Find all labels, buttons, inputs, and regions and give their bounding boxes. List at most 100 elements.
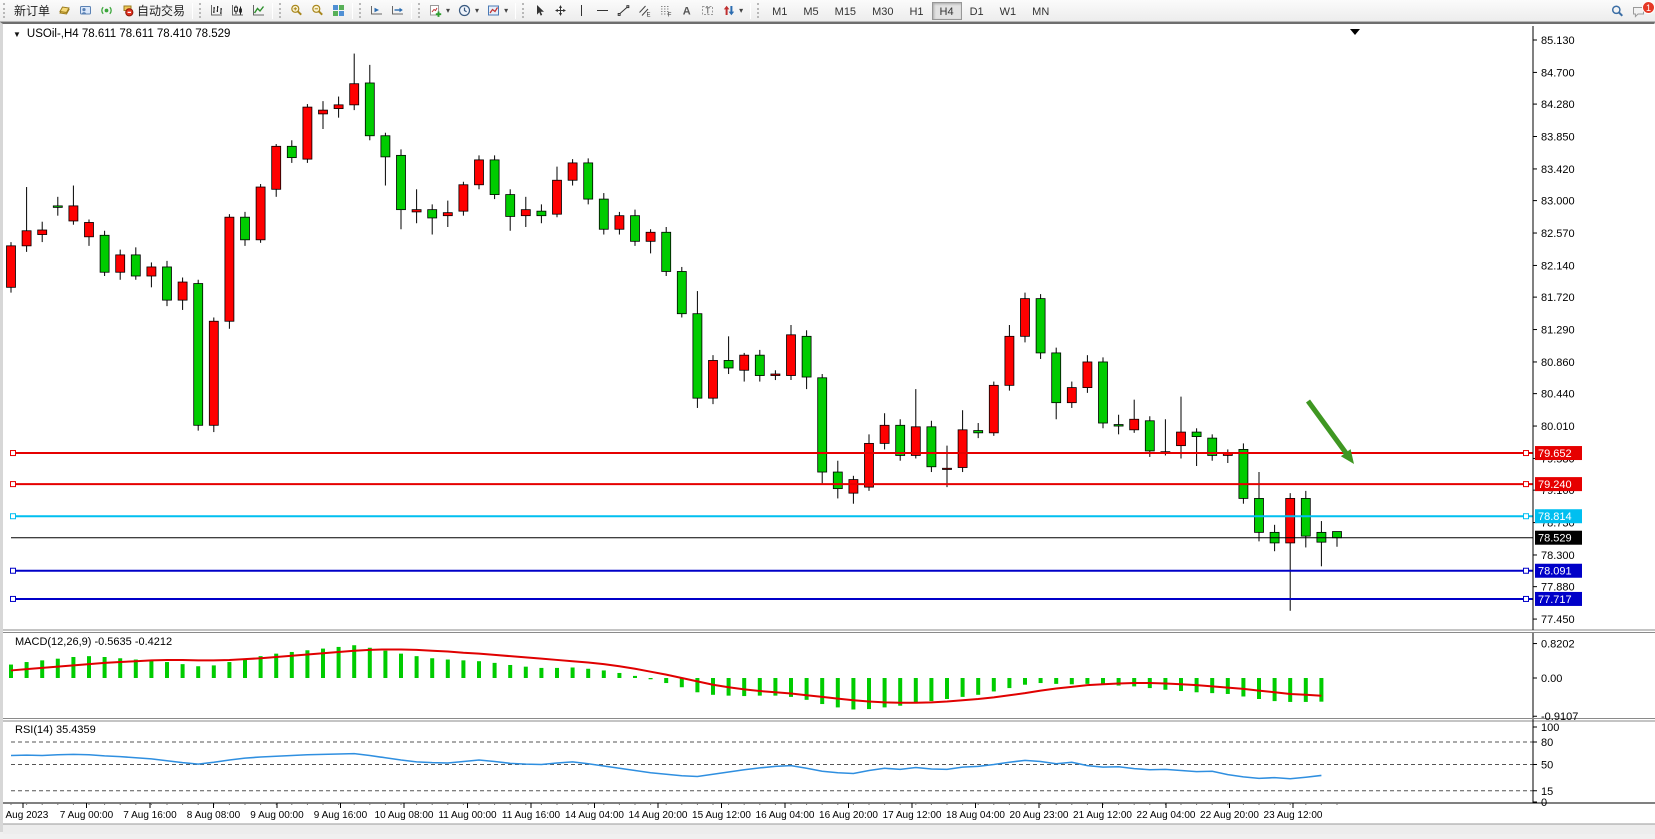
- svg-text:100: 100: [1541, 722, 1559, 734]
- signals-button[interactable]: [96, 1, 117, 21]
- new-order-button-label: 新订单: [14, 2, 50, 19]
- blue-monitor-icon: [79, 4, 92, 17]
- svg-text:79.240: 79.240: [1538, 479, 1572, 491]
- svg-text:22 Aug 04:00: 22 Aug 04:00: [1137, 810, 1196, 821]
- timeframe-h4-button[interactable]: H4: [932, 2, 962, 20]
- vline-icon: [575, 4, 588, 17]
- collapse-icon[interactable]: ▼: [13, 30, 21, 39]
- new-order-button[interactable]: 新订单: [10, 1, 54, 21]
- zoom-in-button[interactable]: [286, 1, 307, 21]
- symbol-ohlc-text: USOil-,H4 78.611 78.611 78.410 78.529: [27, 28, 231, 40]
- fibo-f-icon: F: [659, 4, 672, 17]
- dropdown-caret-icon[interactable]: ▾: [504, 6, 508, 15]
- toolbar-grip[interactable]: [3, 3, 6, 18]
- profiles-button[interactable]: [54, 1, 75, 21]
- timeframe-h1-button[interactable]: H1: [901, 2, 931, 20]
- crosshair-button[interactable]: [550, 1, 571, 21]
- chart-canvas[interactable]: 85.13084.70084.28083.85083.42083.00082.5…: [3, 24, 1655, 834]
- dropdown-caret-icon[interactable]: ▾: [739, 6, 743, 15]
- tile-icon: [332, 4, 345, 17]
- svg-text:16 Aug 04:00: 16 Aug 04:00: [756, 810, 815, 821]
- svg-text:78.529: 78.529: [1538, 533, 1572, 545]
- trendline-icon: [617, 4, 630, 17]
- bar-chart-button[interactable]: [206, 1, 227, 21]
- svg-text:83.000: 83.000: [1541, 196, 1575, 208]
- toolbar-separator: [750, 3, 751, 19]
- svg-text:22 Aug 20:00: 22 Aug 20:00: [1200, 810, 1259, 821]
- templates-button[interactable]: ▾: [483, 1, 512, 21]
- timeframe-m15-button[interactable]: M15: [827, 2, 864, 20]
- chart-window: ▼ USOil-,H4 78.611 78.611 78.410 78.529 …: [0, 22, 1655, 832]
- dropdown-caret-icon[interactable]: ▾: [475, 6, 479, 15]
- timeframe-mn-button[interactable]: MN: [1024, 2, 1057, 20]
- svg-text:9 Aug 00:00: 9 Aug 00:00: [250, 810, 304, 821]
- svg-text:82.570: 82.570: [1541, 228, 1575, 240]
- svg-text:77.717: 77.717: [1538, 594, 1572, 606]
- zoom-in-icon: [290, 4, 303, 17]
- dropdown-caret-icon[interactable]: ▾: [446, 6, 450, 15]
- indicators-button[interactable]: ▾: [425, 1, 454, 21]
- timeframe-w1-button[interactable]: W1: [992, 2, 1025, 20]
- svg-text:E: E: [647, 12, 651, 17]
- text-button[interactable]: A: [676, 1, 697, 21]
- cursor-button[interactable]: [529, 1, 550, 21]
- toolbar-grip[interactable]: [279, 3, 282, 18]
- periods-button[interactable]: ▾: [454, 1, 483, 21]
- equidistant-channel-button[interactable]: E: [634, 1, 655, 21]
- toolbar-grip[interactable]: [199, 3, 202, 18]
- svg-text:4 Aug 2023: 4 Aug 2023: [3, 810, 49, 821]
- timeframe-d1-button[interactable]: D1: [962, 2, 992, 20]
- toolbar-grip[interactable]: [757, 3, 760, 18]
- fibonacci-button[interactable]: F: [655, 1, 676, 21]
- chart-shift-button[interactable]: [387, 1, 408, 21]
- candlestick-chart-button[interactable]: [227, 1, 248, 21]
- svg-text:81.290: 81.290: [1541, 325, 1575, 337]
- svg-text:F: F: [668, 13, 672, 17]
- notifications-button[interactable]: 1: [1628, 1, 1649, 21]
- chart-candles-icon: [231, 4, 244, 17]
- search-icon: [1611, 5, 1624, 18]
- svg-text:83.420: 83.420: [1541, 164, 1575, 176]
- clock-icon: [458, 4, 471, 17]
- svg-text:80: 80: [1541, 737, 1553, 749]
- text-a-icon: A: [680, 4, 693, 17]
- indicators-icon: [429, 4, 442, 17]
- notification-count-badge: 1: [1642, 1, 1655, 14]
- symbol-ohlc-header[interactable]: ▼ USOil-,H4 78.611 78.611 78.410 78.529: [13, 28, 230, 40]
- gold-doc-icon: [58, 4, 71, 17]
- horizontal-line-button[interactable]: [592, 1, 613, 21]
- tile-windows-button[interactable]: [328, 1, 349, 21]
- line-chart-button[interactable]: [248, 1, 269, 21]
- svg-text:10 Aug 08:00: 10 Aug 08:00: [375, 810, 434, 821]
- svg-text:14 Aug 04:00: 14 Aug 04:00: [565, 810, 624, 821]
- market-watch-button[interactable]: [75, 1, 96, 21]
- svg-text:80.010: 80.010: [1541, 421, 1575, 433]
- chart-shift-icon: [391, 4, 404, 17]
- svg-text:78.091: 78.091: [1538, 566, 1572, 578]
- zoom-out-button[interactable]: [307, 1, 328, 21]
- timeframe-m1-button[interactable]: M1: [764, 2, 795, 20]
- search-button[interactable]: [1607, 1, 1628, 21]
- toolbar-grip[interactable]: [522, 3, 525, 18]
- cursor-icon: [533, 4, 546, 17]
- svg-text:77.450: 77.450: [1541, 614, 1575, 626]
- auto-scroll-button[interactable]: [366, 1, 387, 21]
- rsi-label: RSI(14) 35.4359: [15, 724, 96, 736]
- autotrade-icon: [121, 4, 134, 17]
- vertical-line-button[interactable]: [571, 1, 592, 21]
- svg-text:80.440: 80.440: [1541, 389, 1575, 401]
- text-label-button[interactable]: T: [697, 1, 718, 21]
- svg-text:A: A: [683, 6, 691, 17]
- trendline-button[interactable]: [613, 1, 634, 21]
- zoom-out-icon: [311, 4, 324, 17]
- svg-text:79.652: 79.652: [1538, 448, 1572, 460]
- arrows-button[interactable]: ▾: [718, 1, 747, 21]
- toolbar-grip[interactable]: [418, 3, 421, 18]
- toolbar-grip[interactable]: [359, 3, 362, 18]
- timeframe-m30-button[interactable]: M30: [864, 2, 901, 20]
- auto-trading-button-label: 自动交易: [137, 2, 185, 19]
- timeframe-m5-button[interactable]: M5: [795, 2, 826, 20]
- auto-trading-button[interactable]: 自动交易: [117, 1, 189, 21]
- broadcast-icon: [100, 4, 113, 17]
- svg-text:81.720: 81.720: [1541, 292, 1575, 304]
